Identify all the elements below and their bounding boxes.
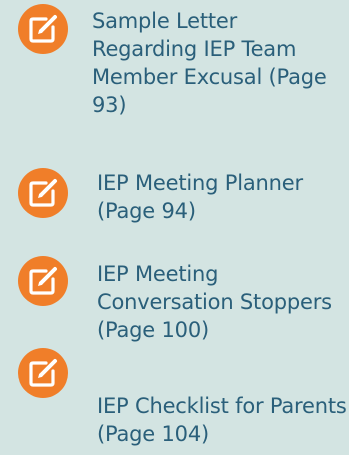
- edit-note-icon: [18, 348, 68, 398]
- resource-link-label: IEP Meeting Planner (Page 94): [97, 171, 303, 223]
- edit-note-icon: [18, 168, 68, 218]
- edit-note-icon: [18, 4, 68, 54]
- resource-link-label: IEP Meeting Conversation Stoppers (Page …: [97, 262, 332, 342]
- resource-link-label: IEP Checklist for Parents (Page 104): [97, 394, 347, 446]
- resource-link-label: Sample Letter Regarding IEP Team Member …: [92, 9, 327, 117]
- edit-note-icon: [18, 256, 68, 306]
